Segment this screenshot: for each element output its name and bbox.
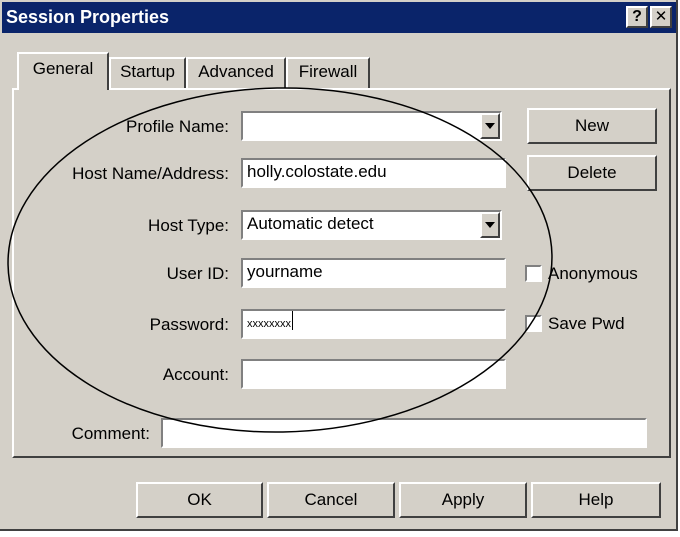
chevron-down-icon[interactable] — [480, 113, 500, 139]
tab-firewall[interactable]: Firewall — [286, 57, 370, 88]
host-type-dropdown[interactable]: Automatic detect — [241, 210, 502, 240]
tab-general[interactable]: General — [17, 52, 109, 90]
user-id-input[interactable]: yourname — [241, 258, 506, 288]
window-title: Session Properties — [6, 7, 170, 27]
password-input[interactable]: xxxxxxxx — [241, 309, 506, 339]
help-icon[interactable]: ? — [626, 6, 648, 28]
account-input[interactable] — [241, 359, 506, 389]
chevron-down-icon[interactable] — [480, 212, 500, 238]
anonymous-label[interactable]: Anonymous — [548, 264, 638, 284]
profile-name-dropdown[interactable] — [241, 111, 502, 141]
cancel-button[interactable]: Cancel — [267, 482, 395, 518]
close-icon[interactable]: ✕ — [650, 6, 672, 28]
help-button[interactable]: Help — [531, 482, 661, 518]
new-button[interactable]: New — [527, 108, 657, 144]
delete-button[interactable]: Delete — [527, 155, 657, 191]
comment-input[interactable] — [161, 418, 647, 448]
anonymous-checkbox[interactable] — [525, 265, 542, 282]
host-name-input[interactable]: holly.colostate.edu — [241, 158, 506, 188]
tab-startup[interactable]: Startup — [109, 57, 186, 88]
password-mask: xxxxxxxx — [247, 318, 291, 330]
host-type-value: Automatic detect — [247, 214, 374, 233]
save-pwd-checkbox[interactable] — [525, 315, 542, 332]
save-pwd-label[interactable]: Save Pwd — [548, 314, 625, 334]
title-bar[interactable]: Session Properties ? ✕ — [2, 2, 676, 33]
apply-button[interactable]: Apply — [399, 482, 527, 518]
tab-advanced[interactable]: Advanced — [186, 57, 286, 88]
ok-button[interactable]: OK — [136, 482, 263, 518]
session-properties-dialog: Session Properties ? ✕ General Startup A… — [0, 0, 678, 531]
text-cursor — [292, 311, 293, 330]
